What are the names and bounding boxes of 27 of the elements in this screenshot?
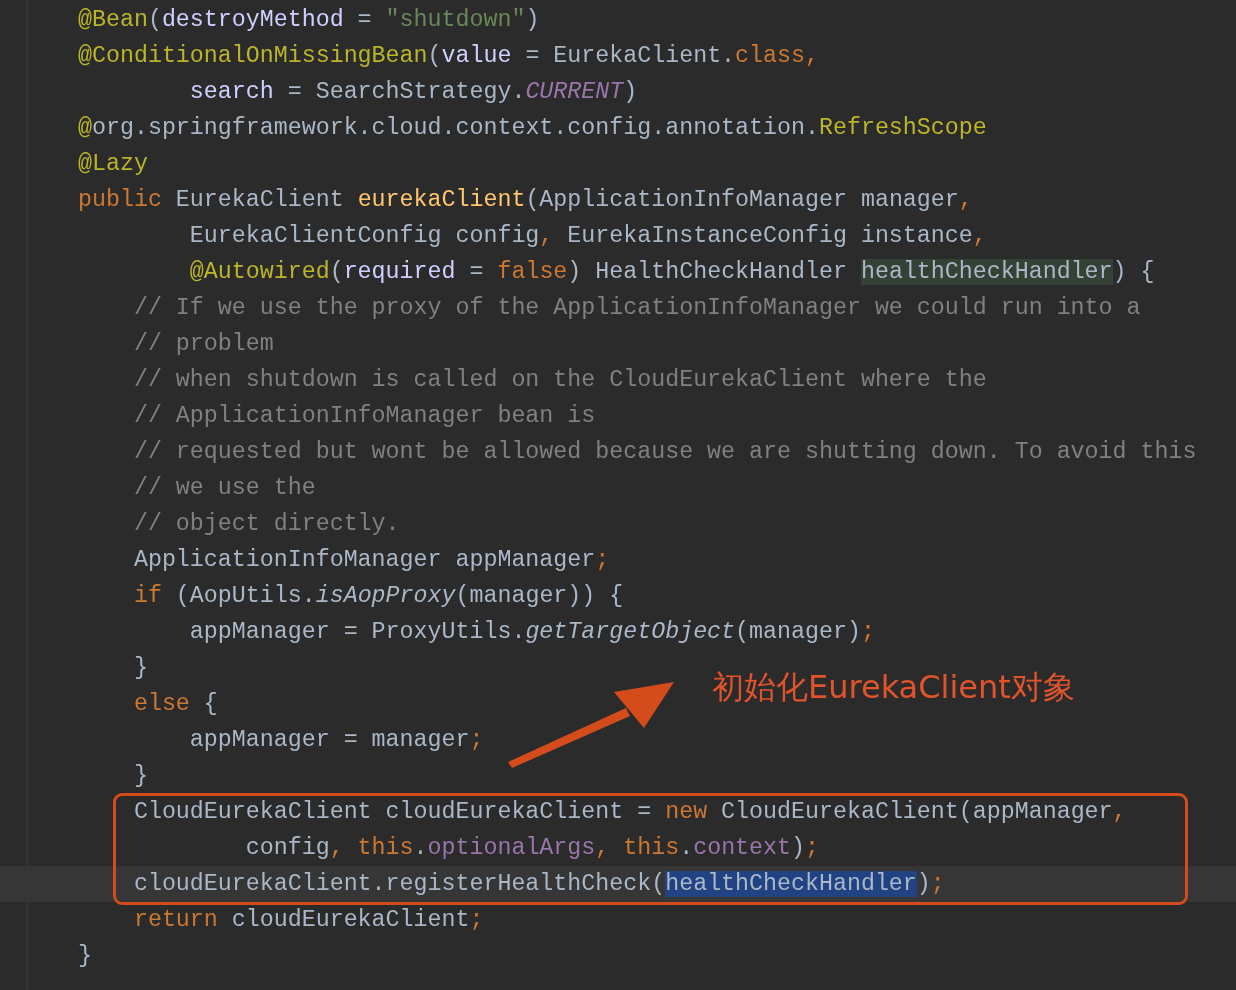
code-line: @Bean(destroyMethod = "shutdown") xyxy=(78,6,540,35)
code-line: ApplicationInfoManager appManager; xyxy=(132,546,610,575)
code-line: CloudEurekaClient cloudEurekaClient = new CloudEurekaClient(appManager, xyxy=(132,798,1127,827)
code-line: appManager = manager; xyxy=(188,726,484,755)
code-line: @ConditionalOnMissingBean(value = EurekaClient.class, xyxy=(78,42,819,71)
annotation-text: 初始化EurekaClient对象 xyxy=(712,667,1075,708)
code-line: // problem xyxy=(132,330,274,359)
code-line: else { xyxy=(132,690,218,719)
code-line: appManager = ProxyUtils.getTargetObject(manager); xyxy=(188,618,875,647)
code-line: EurekaClientConfig config, EurekaInstanceConfig instance, xyxy=(188,222,987,251)
code-line: // If we use the proxy of the ApplicationInfoManager we could run into a xyxy=(132,294,1141,323)
code-line: if (AopUtils.isAopProxy(manager)) { xyxy=(132,582,624,611)
code-line: // we use the xyxy=(132,474,316,503)
code-line: } xyxy=(132,762,148,791)
code-line: config, this.optionalArgs, this.context); xyxy=(244,834,819,863)
code-line: } xyxy=(78,942,92,971)
code-line: @Lazy xyxy=(78,150,148,179)
code-line: } xyxy=(132,654,148,683)
code-line: // object directly. xyxy=(132,510,400,539)
code-line: // ApplicationInfoManager bean is xyxy=(132,402,596,431)
code-line: // requested but wont be allowed because we are shutting down. To avoid this xyxy=(132,438,1197,467)
code-line: @Autowired(required = false) HealthCheckHandler healthCheckHandler) { xyxy=(188,258,1155,287)
code-line: return cloudEurekaClient; xyxy=(132,906,484,935)
code-line: search = SearchStrategy.CURRENT) xyxy=(188,78,638,107)
code-line: // when shutdown is called on the CloudEurekaClient where the xyxy=(132,366,987,395)
code-line: @org.springframework.cloud.context.config.annotation.RefreshScope xyxy=(78,114,987,143)
code-line: public EurekaClient eurekaClient(ApplicationInfoManager manager, xyxy=(78,186,973,215)
